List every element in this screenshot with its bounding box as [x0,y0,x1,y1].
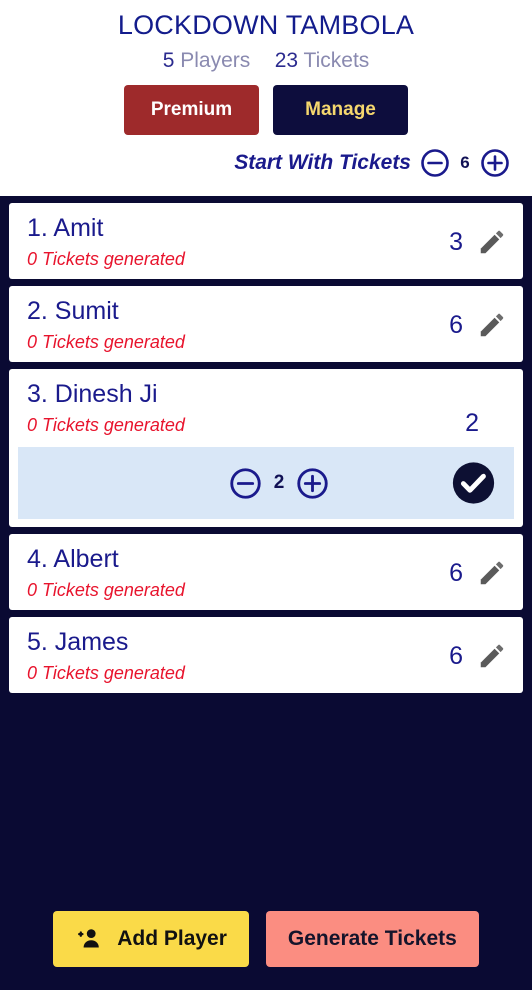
player-name: 2. Sumit [27,297,119,325]
circle-plus-icon[interactable] [296,467,329,500]
table-row[interactable]: 2. Sumit 0 Tickets generated 6 [9,286,523,362]
app-header: LOCKDOWN TAMBOLA 5 Players 23 Tickets Pr… [0,0,532,196]
player-list: 1. Amit 0 Tickets generated 3 2. Sumit 0… [0,196,532,898]
player-row-actions: 6 [439,310,507,340]
table-row[interactable]: 1. Amit 0 Tickets generated 3 [9,203,523,279]
check-circle-icon[interactable] [451,461,496,506]
player-ticket-count: 6 [449,311,463,339]
player-info: 5. James 0 Tickets generated [27,625,439,687]
pencil-icon[interactable] [477,641,507,671]
player-row-actions: 6 [439,641,507,671]
ticket-stepper-value: 2 [273,472,285,493]
player-status: 0 Tickets generated [27,580,185,600]
player-row-main: 1. Amit 0 Tickets generated 3 [9,211,523,273]
stats-row: 5 Players 23 Tickets [0,47,532,77]
player-row-actions: 6 [439,558,507,588]
players-label: Players [180,49,251,72]
add-player-button[interactable]: Add Player [53,911,249,967]
player-name: 1. Amit [27,214,104,242]
generate-tickets-button[interactable]: Generate Tickets [265,911,479,967]
player-status: 0 Tickets generated [27,332,185,352]
player-row-main: 5. James 0 Tickets generated 6 [9,625,523,687]
ticket-edit-panel: 2 [18,447,514,519]
circle-plus-icon[interactable] [480,148,510,178]
table-row[interactable]: 5. James 0 Tickets generated 6 [9,617,523,693]
player-status: 0 Tickets generated [27,415,185,435]
player-info: 1. Amit 0 Tickets generated [27,211,439,273]
start-with-tickets-label: Start With Tickets [234,151,411,174]
pencil-icon[interactable] [477,310,507,340]
player-ticket-count: 6 [449,642,463,670]
stat-players: 5 Players [163,47,251,75]
player-row-main: 3. Dinesh Ji 0 Tickets generated 2 [9,377,523,439]
player-name: 4. Albert [27,545,119,573]
player-row-main: 2. Sumit 0 Tickets generated 6 [9,294,523,356]
player-info: 3. Dinesh Ji 0 Tickets generated [27,377,455,439]
circle-minus-icon[interactable] [229,467,262,500]
pencil-icon[interactable] [477,227,507,257]
player-ticket-count: 6 [449,559,463,587]
premium-button[interactable]: Premium [124,85,259,135]
player-info: 4. Albert 0 Tickets generated [27,542,439,604]
start-tickets-value: 6 [460,153,470,172]
player-info: 2. Sumit 0 Tickets generated [27,294,439,356]
pencil-icon[interactable] [477,558,507,588]
player-name: 3. Dinesh Ji [27,380,158,408]
page-title: LOCKDOWN TAMBOLA [117,10,415,40]
player-row-actions: 3 [439,227,507,257]
add-player-label: Add Player [117,927,227,950]
table-row-expanded[interactable]: 3. Dinesh Ji 0 Tickets generated 2 2 [9,369,523,527]
app-root: LOCKDOWN TAMBOLA 5 Players 23 Tickets Pr… [0,0,532,990]
header-button-row: Premium Manage [0,85,532,135]
player-ticket-count: 3 [449,228,463,256]
player-status: 0 Tickets generated [27,249,185,269]
table-row[interactable]: 4. Albert 0 Tickets generated 6 [9,534,523,610]
player-row-actions: 2 [455,409,507,439]
player-row-main: 4. Albert 0 Tickets generated 6 [9,542,523,604]
start-with-tickets-row: Start With Tickets 6 [0,148,532,178]
tickets-count: 23 [274,49,299,72]
ticket-stepper: 2 [203,467,329,500]
stat-tickets: 23 Tickets [275,47,370,75]
players-count: 5 [162,49,175,72]
player-ticket-count: 2 [465,409,479,437]
manage-button[interactable]: Manage [273,85,408,135]
circle-minus-icon[interactable] [420,148,450,178]
player-status: 0 Tickets generated [27,663,185,683]
person-add-icon [75,927,105,951]
player-name: 5. James [27,628,129,656]
tickets-label: Tickets [303,49,370,72]
footer-actions: Add Player Generate Tickets [0,898,532,990]
